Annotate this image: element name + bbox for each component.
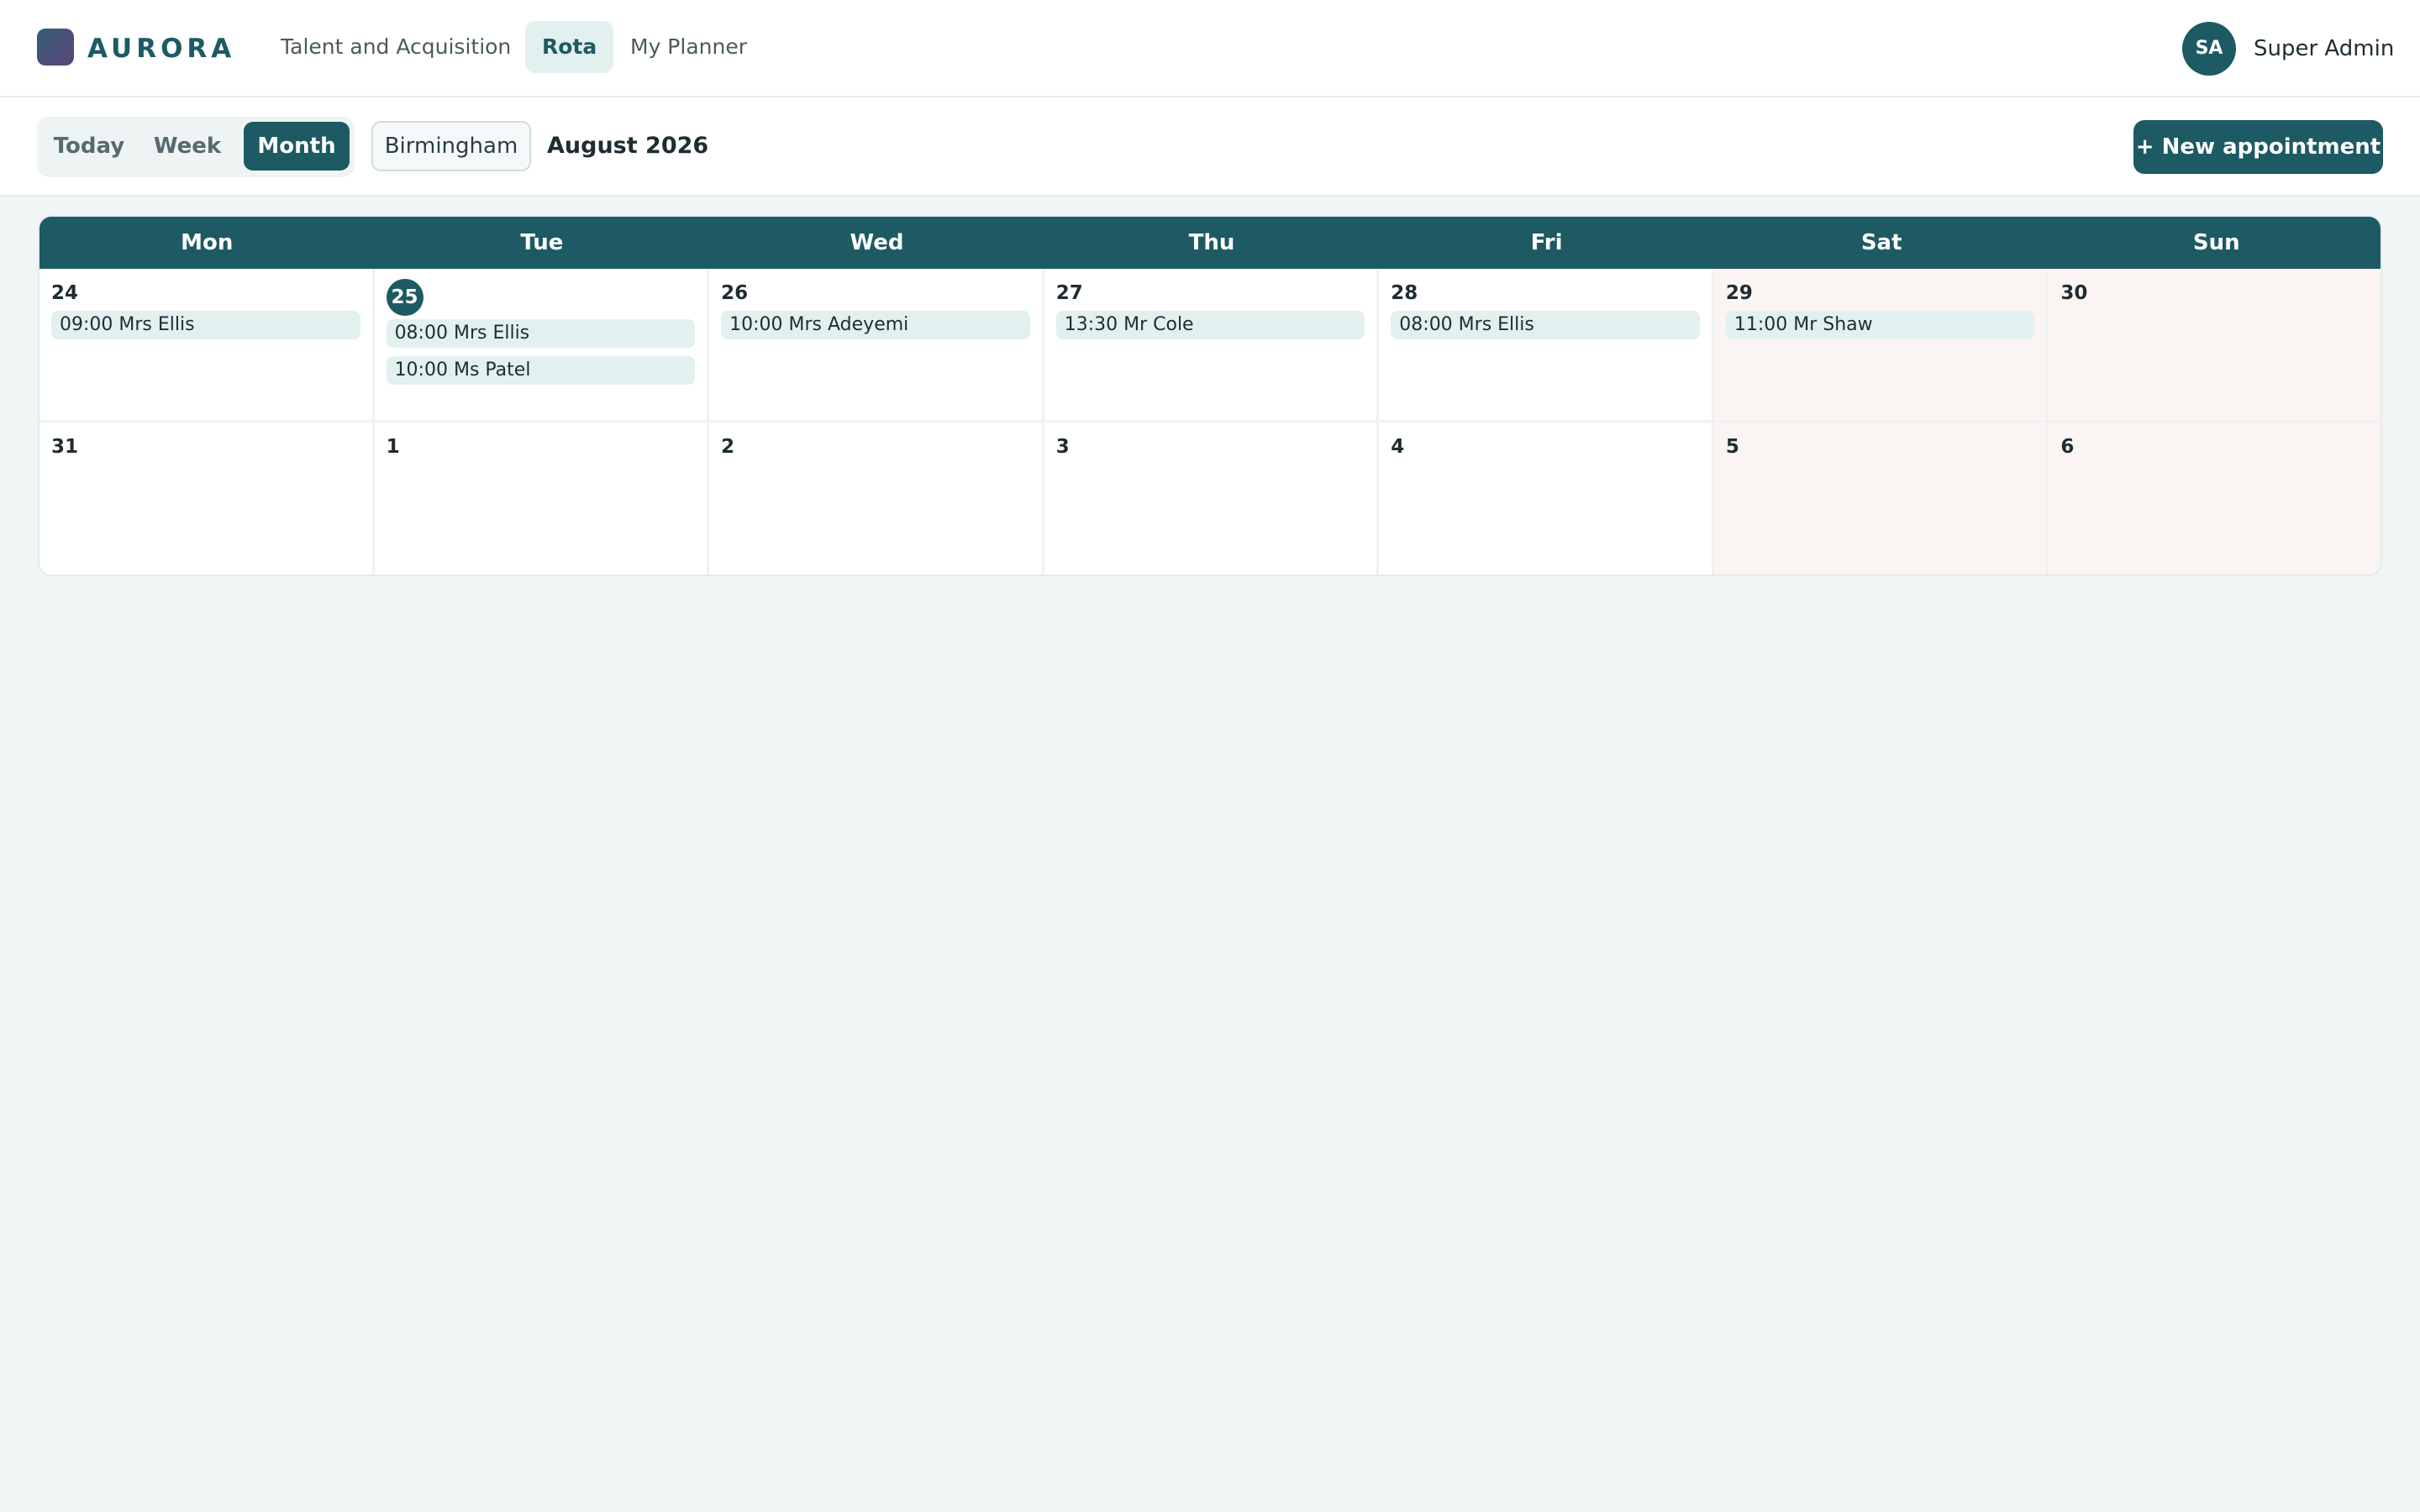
day-cell-weekend[interactable]: 6 <box>2049 423 2381 575</box>
top-navigation-bar: AURORA Talent and Acquisition Rota My Pl… <box>0 0 2420 97</box>
weekday-header: Tue <box>520 230 564 255</box>
view-today-button[interactable]: Today <box>42 122 136 171</box>
day-number: 2 <box>721 436 735 458</box>
app-logo-text[interactable]: AURORA <box>87 30 235 67</box>
weekday-header: Mon <box>181 230 234 255</box>
day-cell[interactable]: 24 09:00 Mrs Ellis <box>39 269 375 423</box>
weekday-header: Fri <box>1530 230 1563 255</box>
day-cell[interactable]: 4 <box>1379 423 1714 575</box>
appointment-event[interactable]: 10:00 Mrs Adeyemi <box>721 311 1030 339</box>
calendar-grid: 24 09:00 Mrs Ellis 25 08:00 Mrs Ellis 10… <box>39 269 2381 575</box>
day-number: 24 <box>51 282 79 304</box>
day-number: 4 <box>1391 436 1405 458</box>
nav-item-talent-and-acquisition[interactable]: Talent and Acquisition <box>264 21 528 73</box>
view-switcher: Today Week Month <box>37 117 355 177</box>
current-period-label: August 2026 <box>547 133 709 159</box>
location-selector[interactable]: Birmingham <box>371 121 531 171</box>
month-calendar: Mon Tue Wed Thu Fri Sat Sun 24 09:00 Mrs… <box>38 215 2382 576</box>
day-cell[interactable]: 2 <box>709 423 1044 575</box>
nav-item-my-planner[interactable]: My Planner <box>613 21 764 73</box>
day-number: 26 <box>721 282 749 304</box>
day-number: 6 <box>2060 436 2075 458</box>
view-month-button[interactable]: Month <box>244 122 350 171</box>
calendar-toolbar: Today Week Month Birmingham August 2026 … <box>0 97 2420 197</box>
day-cell[interactable]: 31 <box>39 423 375 575</box>
new-appointment-button[interactable]: + New appointment <box>2133 120 2383 174</box>
appointment-event[interactable]: 08:00 Mrs Ellis <box>1391 311 1700 339</box>
day-cell-today[interactable]: 25 08:00 Mrs Ellis 10:00 Ms Patel <box>374 269 710 423</box>
appointment-event[interactable]: 13:30 Mr Cole <box>1055 311 1365 339</box>
user-avatar[interactable]: SA <box>2182 22 2236 76</box>
appointment-event[interactable]: 08:00 Mrs Ellis <box>386 319 696 348</box>
user-name[interactable]: Super Admin <box>2254 22 2394 76</box>
appointment-event[interactable]: 10:00 Ms Patel <box>386 356 696 385</box>
nav-item-rota[interactable]: Rota <box>525 21 614 73</box>
day-cell[interactable]: 3 <box>1044 423 1380 575</box>
day-cell[interactable]: 28 08:00 Mrs Ellis <box>1379 269 1714 423</box>
appointment-event[interactable]: 11:00 Mr Shaw <box>1725 311 2035 339</box>
weekday-header: Sat <box>1860 230 1902 255</box>
day-cell-weekend[interactable]: 29 11:00 Mr Shaw <box>1713 269 2049 423</box>
day-cell[interactable]: 27 13:30 Mr Cole <box>1044 269 1380 423</box>
weekday-header: Sun <box>2192 230 2240 255</box>
day-cell-weekend[interactable]: 30 <box>2049 269 2381 423</box>
day-number: 27 <box>1055 282 1083 304</box>
day-number: 28 <box>1391 282 1418 304</box>
day-number: 5 <box>1725 436 1739 458</box>
day-number: 3 <box>1055 436 1070 458</box>
today-day-number: 25 <box>386 279 424 316</box>
day-cell[interactable]: 26 10:00 Mrs Adeyemi <box>709 269 1044 423</box>
weekday-header-row: Mon Tue Wed Thu Fri Sat Sun <box>39 217 2381 269</box>
day-number: 1 <box>386 436 400 458</box>
day-number: 30 <box>2060 282 2088 304</box>
weekday-header: Wed <box>850 230 904 255</box>
day-cell-weekend[interactable]: 5 <box>1713 423 2049 575</box>
appointment-event[interactable]: 09:00 Mrs Ellis <box>51 311 360 339</box>
day-number: 29 <box>1725 282 1753 304</box>
aurora-logo-icon[interactable] <box>37 29 74 66</box>
weekday-header: Thu <box>1188 230 1235 255</box>
day-cell[interactable]: 1 <box>374 423 710 575</box>
day-number: 31 <box>51 436 79 458</box>
view-week-button[interactable]: Week <box>141 122 234 171</box>
